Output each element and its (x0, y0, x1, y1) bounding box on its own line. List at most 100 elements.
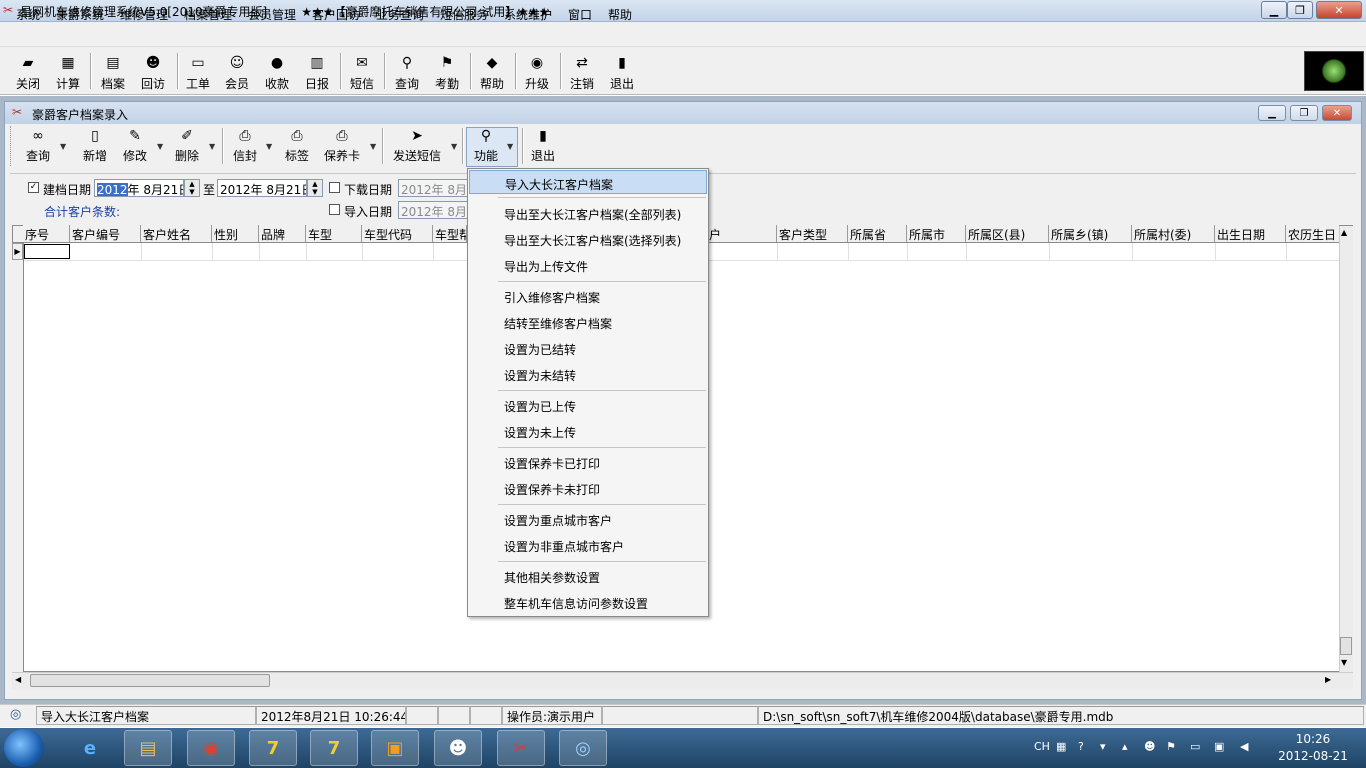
query-dropdown-arrow[interactable]: ▼ (60, 142, 66, 151)
card-dropdown-arrow[interactable]: ▼ (370, 142, 376, 151)
exit-tool[interactable]: ▮ 退出 (604, 52, 640, 92)
show-hidden-icon[interactable]: ▴ (1122, 740, 1128, 753)
archive-tool[interactable]: ▤ 档案 (95, 52, 131, 92)
create-date-checkbox[interactable]: ✓ (28, 182, 39, 193)
eye-app-icon[interactable]: ◎ (559, 730, 607, 766)
start-button[interactable] (4, 729, 44, 767)
repair-app-icon[interactable]: ✂ (497, 730, 545, 766)
col-customer-id[interactable]: 客户编号 (70, 225, 141, 242)
menu-window[interactable]: 窗口 (568, 6, 592, 23)
maximize-button[interactable]: ❐ (1287, 1, 1313, 19)
attendance-tool[interactable]: ⚑ 考勤 (429, 52, 465, 92)
menu-item-other-params[interactable]: 其他相关参数设置 (469, 564, 707, 588)
col-lunar-birthday[interactable]: 农历生日 (1286, 225, 1339, 242)
volume-icon[interactable]: ◀ (1240, 740, 1248, 753)
close-tool[interactable]: ▰ 关闭 (10, 52, 46, 92)
col-customer-type[interactable]: 客户类型 (777, 225, 848, 242)
col-township[interactable]: 所属乡(镇) (1049, 225, 1132, 242)
menu-help[interactable]: 帮助 (608, 6, 632, 23)
language-indicator[interactable]: CH (1034, 740, 1050, 753)
col-province[interactable]: 所属省 (848, 225, 907, 242)
member-tool[interactable]: ☺ 会员 (219, 52, 255, 92)
menu-item-export-selected[interactable]: 导出至大长江客户档案(选择列表) (469, 227, 707, 251)
device-icon[interactable]: ▭ (1190, 740, 1200, 753)
col-gender[interactable]: 性别 (212, 225, 259, 242)
scroll-down-arrow[interactable]: ▼ (1341, 658, 1347, 667)
menu-item-key-city[interactable]: 设置为重点城市客户 (469, 507, 707, 531)
date-to-spinner[interactable]: ▲ ▼ (307, 179, 323, 197)
daily-report-tool[interactable]: ▥ 日报 (299, 52, 335, 92)
date-from-spinner[interactable]: ▲ ▼ (184, 179, 200, 197)
sms-tool[interactable]: ✉ 短信 (344, 52, 380, 92)
menu-system[interactable]: 系统 (16, 6, 40, 23)
menu-repair[interactable]: 维修管理 (120, 6, 168, 23)
keyboard-icon[interactable]: ▦ (1056, 740, 1066, 753)
menu-item-set-not-transferred[interactable]: 设置为未结转 (469, 362, 707, 386)
child-sms-button[interactable]: ➤ 发送短信 (390, 128, 444, 166)
child-label-button[interactable]: ⎙ 标签 (282, 128, 312, 166)
menu-revisit[interactable]: 客户回访 (312, 6, 360, 23)
close-button[interactable]: ✕ (1316, 1, 1362, 19)
qq-tray-icon[interactable]: ☻ (1144, 740, 1155, 753)
function-dropdown-arrow[interactable]: ▼ (507, 142, 513, 151)
system-clock[interactable]: 10:26 2012-08-21 (1268, 731, 1358, 765)
help-tool[interactable]: ◆ 帮助 (474, 52, 510, 92)
menu-item-transfer-repair[interactable]: 结转至维修客户档案 (469, 310, 707, 334)
menu-sms[interactable]: 短信服务 (440, 6, 488, 23)
menu-haojue[interactable]: 豪爵系统 (56, 6, 104, 23)
charge-tool[interactable]: ● 收款 (259, 52, 295, 92)
minimize-button[interactable]: ▁ (1261, 1, 1287, 19)
child-minimize-button[interactable]: ▁ (1258, 105, 1286, 121)
menu-member[interactable]: 会员管理 (248, 6, 296, 23)
edit-dropdown-arrow[interactable]: ▼ (157, 142, 163, 151)
menu-item-card-printed[interactable]: 设置保养卡已打印 (469, 450, 707, 474)
child-query-button[interactable]: ∞ 查询 (22, 128, 54, 166)
help-icon[interactable]: ? (1078, 740, 1084, 753)
menu-item-vehicle-access-params[interactable]: 整车机车信息访问参数设置 (469, 590, 707, 614)
download-date-checkbox[interactable] (329, 182, 340, 193)
app-seven-icon-2[interactable]: 7 (310, 730, 358, 766)
menu-item-card-not-printed[interactable]: 设置保养卡未打印 (469, 476, 707, 500)
qq-icon[interactable]: ☻ (434, 730, 482, 766)
logout-tool[interactable]: ⇄ 注销 (564, 52, 600, 92)
menu-item-set-not-uploaded[interactable]: 设置为未上传 (469, 419, 707, 443)
menu-item-set-transferred[interactable]: 设置为已结转 (469, 336, 707, 360)
app-window-icon[interactable]: ▣ (371, 730, 419, 766)
tray-arrow-icon[interactable]: ▾ (1100, 740, 1106, 753)
hscroll-thumb[interactable] (30, 674, 270, 687)
scroll-left-arrow[interactable]: ◀ (15, 675, 21, 684)
menu-business-query[interactable]: 业务查询 (376, 6, 424, 23)
col-district[interactable]: 所属区(县) (966, 225, 1049, 242)
menu-item-set-uploaded[interactable]: 设置为已上传 (469, 393, 707, 417)
menu-item-non-key-city[interactable]: 设置为非重点城市客户 (469, 533, 707, 557)
current-cell[interactable] (24, 244, 70, 259)
explorer-icon[interactable]: ▤ (124, 730, 172, 766)
vertical-scrollbar[interactable] (1339, 226, 1353, 672)
menu-item-export-upload[interactable]: 导出为上传文件 (469, 253, 707, 277)
import-date-field[interactable]: 2012年 8月2 (398, 201, 468, 219)
child-edit-button[interactable]: ✎ 修改 (120, 128, 150, 166)
upgrade-tool[interactable]: ◉ 升级 (519, 52, 555, 92)
child-exit-button[interactable]: ▮ 退出 (528, 128, 558, 166)
menu-maintenance[interactable]: 系统维护 (504, 6, 552, 23)
vscroll-thumb[interactable] (1340, 637, 1352, 655)
ie-icon[interactable]: e (66, 730, 114, 766)
scroll-up-arrow[interactable]: ▲ (1341, 228, 1347, 237)
menu-item-import-repair[interactable]: 引入维修客户档案 (469, 284, 707, 308)
col-city[interactable]: 所属市 (907, 225, 966, 242)
col-brand[interactable]: 品牌 (259, 225, 306, 242)
child-maximize-button[interactable]: ❐ (1290, 105, 1318, 121)
menu-item-export-all[interactable]: 导出至大长江客户档案(全部列表) (469, 201, 707, 225)
col-model[interactable]: 车型 (306, 225, 362, 242)
child-new-button[interactable]: ▯ 新增 (80, 128, 110, 166)
chrome-icon[interactable]: ◉ (187, 730, 235, 766)
app-seven-icon[interactable]: 7 (249, 730, 297, 766)
flag-icon[interactable]: ⚑ (1166, 740, 1176, 753)
sms-dropdown-arrow[interactable]: ▼ (451, 142, 457, 151)
import-date-checkbox[interactable] (329, 204, 340, 215)
scroll-right-arrow[interactable]: ▶ (1325, 675, 1331, 684)
col-model-group[interactable]: 车型帮 (433, 225, 467, 242)
col-village[interactable]: 所属村(委) (1132, 225, 1215, 242)
col-model-code[interactable]: 车型代码 (362, 225, 433, 242)
child-function-button[interactable]: ⚲ 功能 (470, 128, 502, 166)
